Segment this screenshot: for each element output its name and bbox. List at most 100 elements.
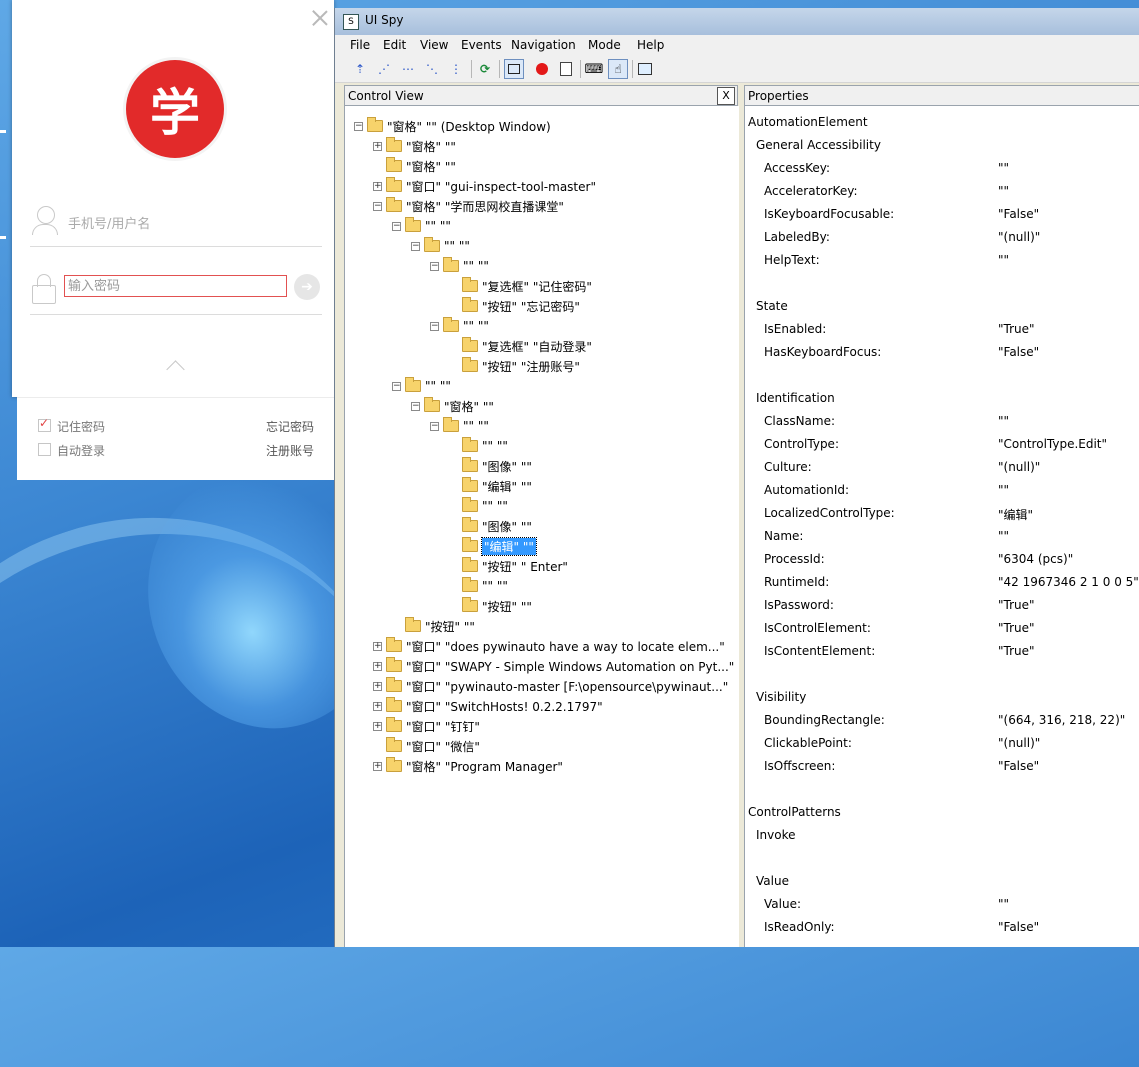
- tree-node[interactable]: + "窗格" "": [373, 137, 456, 155]
- tree-node-label[interactable]: "窗口" "SwitchHosts! 0.2.2.1797": [406, 698, 603, 715]
- tree-node[interactable]: − "" "": [411, 237, 470, 255]
- property-value[interactable]: "": [998, 483, 1009, 497]
- property-value[interactable]: "": [998, 897, 1009, 911]
- tree-node-label[interactable]: "窗口" "钉钉": [406, 718, 480, 735]
- property-value[interactable]: "False": [998, 345, 1039, 359]
- tree-node[interactable]: "复选框" "自动登录": [449, 337, 592, 355]
- expand-icon[interactable]: +: [373, 721, 382, 731]
- menu-navigation[interactable]: Navigation: [511, 38, 576, 52]
- tree-node[interactable]: − "" "": [430, 257, 489, 275]
- menu-help[interactable]: Help: [637, 38, 664, 52]
- tree-node-label[interactable]: "复选框" "自动登录": [482, 338, 592, 355]
- tree-node-label[interactable]: "按钮" "忘记密码": [482, 298, 580, 315]
- refresh-icon[interactable]: ⟳: [475, 59, 495, 79]
- tree-node-label[interactable]: "" "": [444, 239, 470, 253]
- keyboard-icon[interactable]: ⌨: [584, 59, 604, 79]
- tree-node[interactable]: − "" "": [430, 417, 489, 435]
- tree-node-label[interactable]: "窗格" "": [406, 158, 456, 175]
- property-value[interactable]: "False": [998, 920, 1039, 934]
- expand-icon[interactable]: +: [373, 681, 382, 691]
- tree-node-label[interactable]: "复选框" "记住密码": [482, 278, 592, 295]
- highlight-rect-icon[interactable]: [504, 59, 524, 79]
- tree-node[interactable]: "按钮" " Enter": [449, 557, 568, 575]
- tree-node-label-selected[interactable]: "编辑" "": [481, 536, 537, 556]
- tree-node-label[interactable]: "" "": [425, 219, 451, 233]
- tree-node[interactable]: "按钮" "忘记密码": [449, 297, 580, 315]
- tree-node-label[interactable]: "图像" "": [482, 458, 532, 475]
- tree-node-label[interactable]: "图像" "": [482, 518, 532, 535]
- tree-node-label[interactable]: "窗口" "pywinauto-master [F:\opensource\py…: [406, 678, 728, 695]
- tree-node[interactable]: + "窗口" "gui-inspect-tool-master": [373, 177, 596, 195]
- tree-node-label[interactable]: "" "": [482, 579, 508, 593]
- nav-first-child-icon[interactable]: ⋰: [374, 59, 394, 79]
- auto-login-checkbox[interactable]: [38, 443, 51, 456]
- password-input[interactable]: [64, 275, 287, 297]
- property-value[interactable]: "(null)": [998, 230, 1040, 244]
- remember-password-checkbox[interactable]: [38, 416, 51, 432]
- tree-node[interactable]: "编辑" "": [449, 536, 537, 556]
- tree-node[interactable]: + "窗口" "SWAPY - Simple Windows Automation…: [373, 657, 734, 675]
- tree-node-label[interactable]: "窗格" "": [406, 138, 456, 155]
- tree-node[interactable]: "按钮" "": [449, 597, 532, 615]
- property-value[interactable]: "": [998, 161, 1009, 175]
- property-value[interactable]: "True": [998, 598, 1035, 612]
- tree-node[interactable]: "图像" "": [449, 457, 532, 475]
- expand-icon[interactable]: +: [373, 181, 382, 191]
- property-value[interactable]: "": [998, 529, 1009, 543]
- tree-node[interactable]: + "窗口" "does pywinauto have a way to loca…: [373, 637, 725, 655]
- property-value[interactable]: "(null)": [998, 460, 1040, 474]
- collapse-icon[interactable]: −: [430, 261, 439, 271]
- tree-node[interactable]: + "窗口" "pywinauto-master [F:\opensource\p…: [373, 677, 728, 695]
- properties-icon[interactable]: [556, 59, 576, 79]
- property-value[interactable]: "": [998, 253, 1009, 267]
- tree-node-label[interactable]: "" "": [482, 439, 508, 453]
- tree-node-label[interactable]: "编辑" "": [482, 478, 532, 495]
- tree-node[interactable]: − "" "": [430, 317, 489, 335]
- tree-node-label[interactable]: "窗格" "" (Desktop Window): [387, 118, 551, 135]
- property-value[interactable]: "ControlType.Edit": [998, 437, 1107, 451]
- property-value[interactable]: "True": [998, 322, 1035, 336]
- nav-parent-icon[interactable]: ⇡: [350, 59, 370, 79]
- tree-node[interactable]: "复选框" "记住密码": [449, 277, 592, 295]
- collapse-icon[interactable]: −: [411, 401, 420, 411]
- tree-node-label[interactable]: "" "": [463, 259, 489, 273]
- tree-node-label[interactable]: "按钮" "注册账号": [482, 358, 580, 375]
- tree-node[interactable]: − "窗格" "学而思网校直播课堂": [373, 197, 564, 215]
- tree-node-label[interactable]: "按钮" "": [425, 618, 475, 635]
- expand-icon[interactable]: +: [373, 701, 382, 711]
- menu-view[interactable]: View: [420, 38, 448, 52]
- expand-icon[interactable]: +: [373, 661, 382, 671]
- tree-node-label[interactable]: "窗口" "gui-inspect-tool-master": [406, 178, 596, 195]
- login-arrow-button[interactable]: ➔: [294, 274, 320, 300]
- tree-node-label[interactable]: "" "": [482, 499, 508, 513]
- close-panel-button[interactable]: X: [717, 87, 735, 105]
- tree-node[interactable]: "窗口" "微信": [373, 737, 480, 755]
- expand-icon[interactable]: +: [373, 641, 382, 651]
- collapse-icon[interactable]: −: [354, 121, 363, 131]
- title-bar[interactable]: S UI Spy: [335, 8, 1139, 35]
- tree-node-label[interactable]: "窗口" "SWAPY - Simple Windows Automation …: [406, 658, 734, 675]
- tree-node[interactable]: + "窗口" "SwitchHosts! 0.2.2.1797": [373, 697, 603, 715]
- register-account-link[interactable]: 注册账号: [266, 442, 314, 459]
- tree-node[interactable]: "窗格" "": [373, 157, 456, 175]
- tree-node-label[interactable]: "按钮" "": [482, 598, 532, 615]
- expand-icon[interactable]: +: [373, 141, 382, 151]
- tree-node[interactable]: "按钮" "注册账号": [449, 357, 580, 375]
- tree-node-label[interactable]: "" "": [425, 379, 451, 393]
- property-value[interactable]: "(null)": [998, 736, 1040, 750]
- collapse-icon[interactable]: −: [392, 381, 401, 391]
- tree-node-label[interactable]: "窗格" "": [444, 398, 494, 415]
- hover-mode-icon[interactable]: ☝: [608, 59, 628, 79]
- tree-node-label[interactable]: "窗格" "Program Manager": [406, 758, 563, 775]
- collapse-icon[interactable]: −: [411, 241, 420, 251]
- tree-node[interactable]: − "" "": [392, 217, 451, 235]
- nav-prev-sibling-icon[interactable]: ⋯: [398, 59, 418, 79]
- tree-node[interactable]: − "窗格" "": [411, 397, 494, 415]
- tree-node[interactable]: + "窗格" "Program Manager": [373, 757, 563, 775]
- username-input[interactable]: 手机号/用户名: [68, 213, 150, 232]
- menu-events[interactable]: Events: [461, 38, 502, 52]
- property-value[interactable]: "编辑": [998, 506, 1033, 523]
- collapse-icon[interactable]: −: [430, 321, 439, 331]
- menu-edit[interactable]: Edit: [383, 38, 406, 52]
- property-value[interactable]: "": [998, 184, 1009, 198]
